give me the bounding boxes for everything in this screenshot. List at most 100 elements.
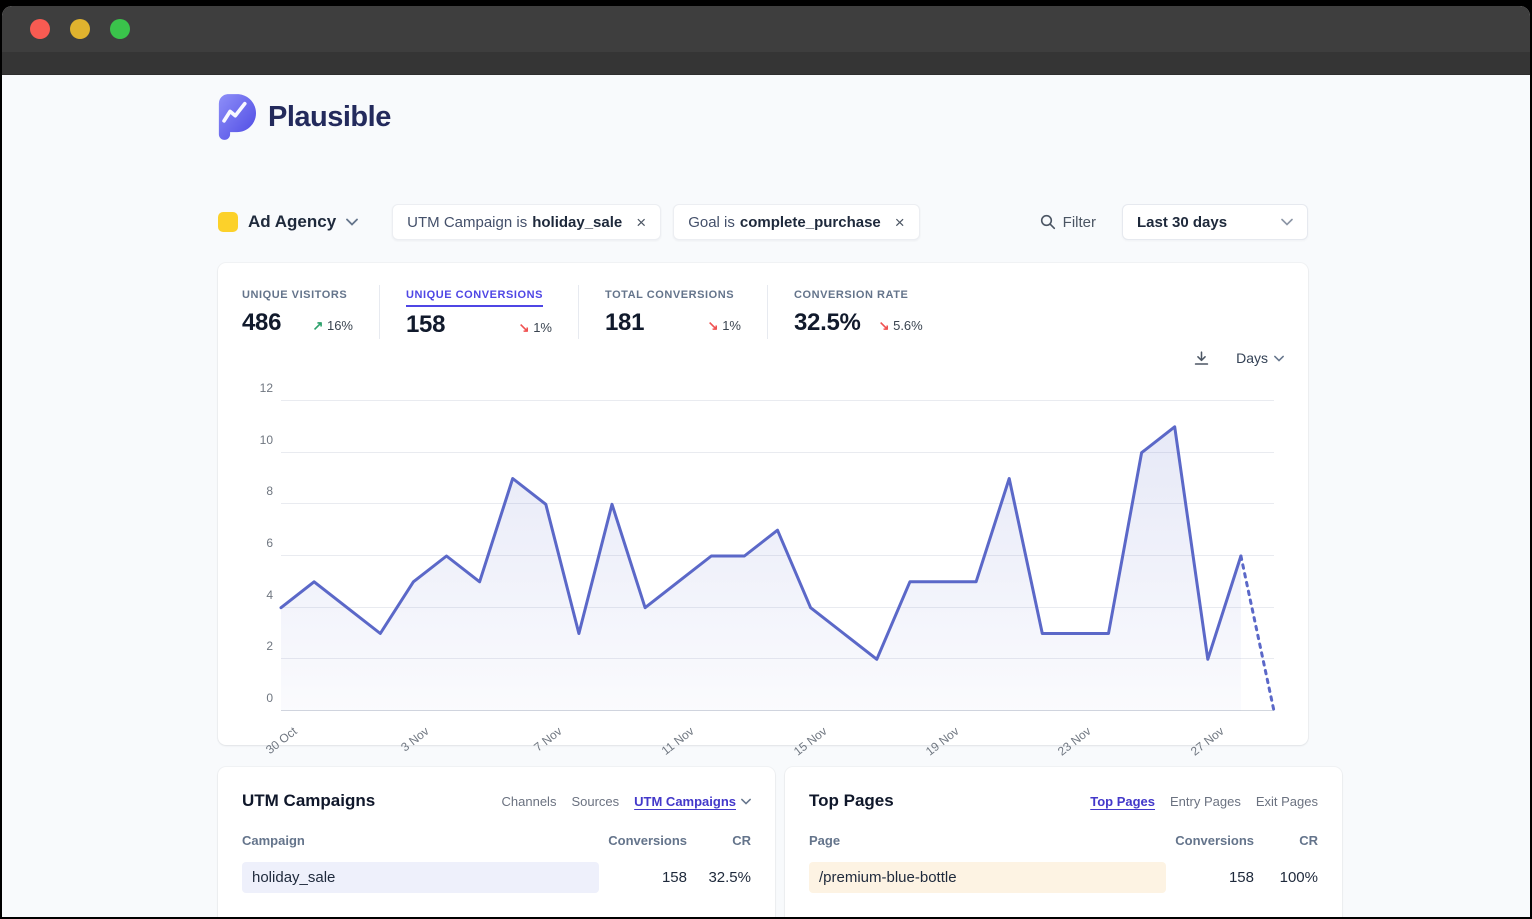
stat-value: 32.5%	[794, 309, 861, 337]
chart-line-dashed	[1241, 556, 1274, 711]
tab-channels[interactable]: Channels	[502, 794, 557, 809]
tab-exit-pages[interactable]: Exit Pages	[1256, 794, 1318, 809]
row-cr: 100%	[1254, 869, 1318, 886]
remove-filter-icon[interactable]: ×	[895, 214, 905, 231]
arrow-up-right-icon: ↗	[312, 318, 323, 333]
stat-delta: ↘ 1%	[708, 318, 741, 334]
card-tabs: Channels Sources UTM Campaigns	[502, 794, 751, 809]
stat-label: TOTAL CONVERSIONS	[605, 289, 734, 305]
table-row[interactable]: holiday_sale 158 32.5%	[242, 862, 751, 893]
utm-campaigns-card: UTM Campaigns Channels Sources UTM Campa…	[218, 767, 775, 917]
top-pages-card: Top Pages Top Pages Entry Pages Exit Pag…	[785, 767, 1342, 917]
date-range-value: Last 30 days	[1137, 214, 1227, 231]
chevron-down-icon	[1281, 218, 1293, 226]
top-stats: UNIQUE VISITORS 486 ↗ 16% UNIQUE CONVERS…	[242, 285, 1284, 339]
window-titlebar	[2, 6, 1530, 52]
column-headers: Campaign Conversions CR	[242, 833, 751, 848]
brand-header: Plausible	[218, 94, 1308, 140]
filter-chip-prefix: Goal is	[688, 214, 735, 231]
arrow-down-right-icon: ↘	[519, 320, 530, 335]
stat-conversion-rate[interactable]: CONVERSION RATE 32.5% ↘ 5.6%	[767, 285, 949, 339]
minimize-window-button[interactable]	[70, 19, 90, 39]
chevron-down-icon	[741, 798, 751, 805]
row-cr: 32.5%	[687, 869, 751, 886]
chevron-down-icon	[346, 218, 358, 226]
x-axis-tick-label: 15 Nov	[780, 724, 830, 767]
filter-chip-value: complete_purchase	[740, 214, 881, 231]
stat-delta: ↘ 1%	[519, 320, 552, 336]
visitors-line-chart[interactable]: 024681012	[281, 401, 1274, 711]
stat-value: 486	[242, 309, 281, 337]
filter-chip-value: holiday_sale	[532, 214, 622, 231]
filter-button[interactable]: Filter	[1040, 214, 1096, 231]
y-axis-tick-label: 8	[266, 484, 273, 498]
arrow-down-right-icon: ↘	[708, 318, 719, 333]
x-axis-tick-label: 7 Nov	[515, 724, 565, 767]
x-axis-tick-label: 27 Nov	[1177, 724, 1227, 767]
active-filters: UTM Campaign is holiday_sale × Goal is c…	[392, 204, 920, 240]
chart-area-fill	[281, 427, 1241, 711]
tab-utm-campaigns[interactable]: UTM Campaigns	[634, 794, 751, 809]
stat-unique-visitors[interactable]: UNIQUE VISITORS 486 ↗ 16%	[242, 285, 379, 339]
brand-name: Plausible	[268, 101, 391, 134]
stat-value: 158	[406, 311, 445, 339]
row-conversions: 158	[1166, 869, 1254, 886]
stat-value: 181	[605, 309, 644, 337]
stat-label: UNIQUE CONVERSIONS	[406, 289, 543, 307]
filter-chip-utm-campaign[interactable]: UTM Campaign is holiday_sale ×	[392, 204, 661, 240]
x-axis-tick-label: 23 Nov	[1044, 724, 1094, 767]
search-icon	[1040, 214, 1056, 230]
card-tabs: Top Pages Entry Pages Exit Pages	[1090, 794, 1318, 809]
site-selector[interactable]: Ad Agency	[218, 212, 358, 232]
filter-button-label: Filter	[1063, 214, 1096, 231]
zoom-window-button[interactable]	[110, 19, 130, 39]
breakdown-cards: UTM Campaigns Channels Sources UTM Campa…	[218, 767, 1308, 917]
y-axis-tick-label: 0	[266, 691, 273, 705]
x-axis-tick-label: 30 Oct	[250, 724, 300, 767]
stat-delta: ↘ 5.6%	[879, 318, 923, 334]
y-axis-tick-label: 2	[266, 639, 273, 653]
close-window-button[interactable]	[30, 19, 50, 39]
site-favicon	[218, 212, 238, 232]
x-axis-tick-label: 11 Nov	[647, 724, 697, 767]
filter-chip-goal[interactable]: Goal is complete_purchase ×	[673, 204, 920, 240]
app-window: Plausible Ad Agency UTM Campaign is holi…	[2, 6, 1530, 917]
card-title: UTM Campaigns	[242, 791, 375, 811]
chart-svg	[281, 401, 1274, 711]
browser-toolbar	[2, 52, 1530, 75]
download-export-button[interactable]	[1193, 350, 1210, 367]
interval-dropdown[interactable]: Days	[1236, 350, 1284, 366]
tab-sources[interactable]: Sources	[571, 794, 619, 809]
row-bar: /premium-blue-bottle	[809, 862, 1166, 893]
tab-entry-pages[interactable]: Entry Pages	[1170, 794, 1241, 809]
table-row[interactable]: /premium-blue-bottle 158 100%	[809, 862, 1318, 893]
row-name[interactable]: holiday_sale	[252, 869, 335, 886]
plausible-logo-icon[interactable]	[218, 94, 256, 140]
column-headers: Page Conversions CR	[809, 833, 1318, 848]
arrow-down-right-icon: ↘	[879, 318, 890, 333]
tab-top-pages[interactable]: Top Pages	[1090, 794, 1155, 809]
row-conversions: 158	[599, 869, 687, 886]
chart-controls: Days	[242, 345, 1284, 371]
analytics-card: UNIQUE VISITORS 486 ↗ 16% UNIQUE CONVERS…	[218, 263, 1308, 745]
site-name: Ad Agency	[248, 212, 336, 232]
remove-filter-icon[interactable]: ×	[636, 214, 646, 231]
y-axis-tick-label: 12	[260, 381, 273, 395]
stat-label: UNIQUE VISITORS	[242, 289, 347, 305]
date-range-picker[interactable]: Last 30 days	[1122, 204, 1308, 240]
stat-unique-conversions[interactable]: UNIQUE CONVERSIONS 158 ↘ 1%	[379, 285, 578, 339]
filter-row: Ad Agency UTM Campaign is holiday_sale ×…	[218, 204, 1308, 240]
chevron-down-icon	[1274, 355, 1284, 362]
filter-chip-prefix: UTM Campaign is	[407, 214, 527, 231]
stat-label: CONVERSION RATE	[794, 289, 908, 305]
row-name[interactable]: /premium-blue-bottle	[819, 869, 957, 886]
x-axis-tick-label: 3 Nov	[382, 724, 432, 767]
stat-total-conversions[interactable]: TOTAL CONVERSIONS 181 ↘ 1%	[578, 285, 767, 339]
x-axis-tick-label: 19 Nov	[912, 724, 962, 767]
y-axis-tick-label: 4	[266, 588, 273, 602]
card-title: Top Pages	[809, 791, 894, 811]
interval-label: Days	[1236, 350, 1268, 366]
page-content: Plausible Ad Agency UTM Campaign is holi…	[2, 75, 1530, 917]
y-axis-tick-label: 10	[260, 433, 273, 447]
y-axis-tick-label: 6	[266, 536, 273, 550]
